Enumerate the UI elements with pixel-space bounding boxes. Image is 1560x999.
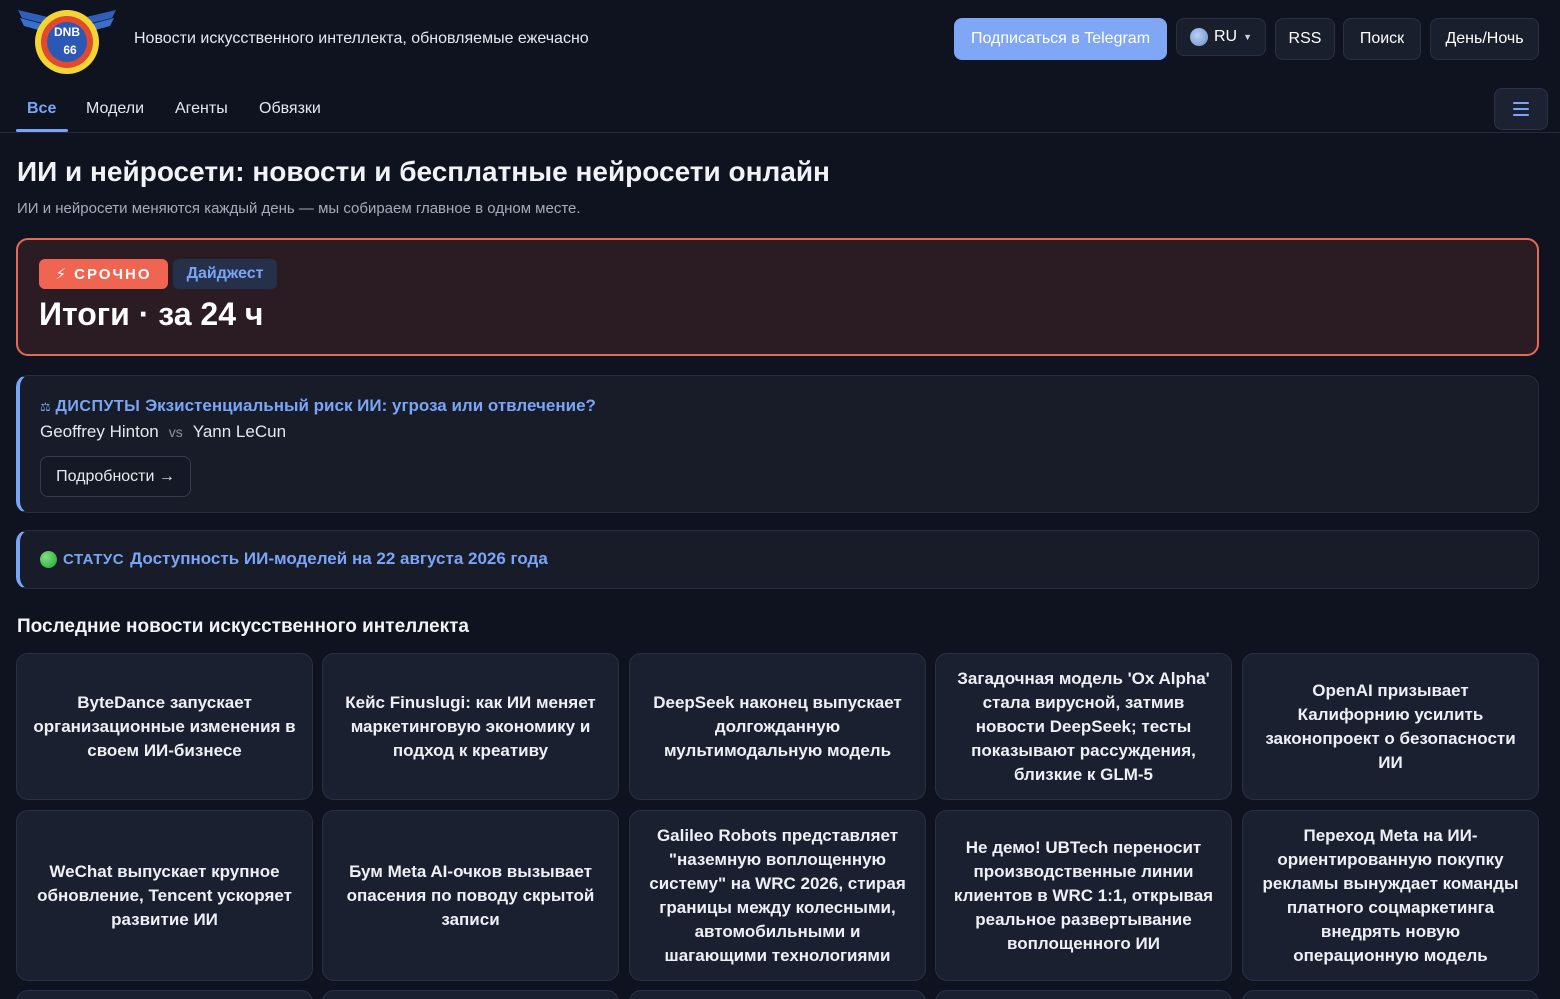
caret-down-icon: ▼: [1243, 32, 1253, 42]
hamburger-menu-button[interactable]: [1494, 88, 1548, 130]
site-logo[interactable]: DNB 66: [16, 4, 118, 76]
rss-button[interactable]: RSS: [1275, 18, 1335, 60]
urgent-badge: ⚡ СРОЧНО: [39, 259, 168, 289]
tab-agents[interactable]: Агенты: [175, 100, 228, 118]
language-selector[interactable]: RU ▼: [1176, 18, 1266, 56]
status-heading[interactable]: СТАТУС Доступность ИИ-моделей на 22 авгу…: [40, 549, 548, 569]
participant-a: Geoffrey Hinton: [40, 422, 159, 441]
theme-toggle-button[interactable]: День/Ночь: [1430, 18, 1539, 60]
status-tag: СТАТУС: [63, 550, 125, 568]
details-button[interactable]: Подробности →: [40, 456, 191, 497]
urgent-digest-card[interactable]: ⚡ СРОЧНО Дайджест Итоги · за 24 ч: [16, 238, 1539, 356]
news-card-partial[interactable]: [935, 990, 1232, 999]
logo-text-top: DNB: [54, 25, 80, 39]
news-card[interactable]: DeepSeek наконец выпускает долгожданную …: [629, 653, 926, 800]
news-card[interactable]: Бум Meta AI-очков вызывает опасения по п…: [322, 810, 619, 981]
globe-icon: [1189, 28, 1208, 46]
news-card-partial[interactable]: [629, 990, 926, 999]
news-card-partial[interactable]: [322, 990, 619, 999]
menu-icon-line: [1513, 102, 1529, 104]
category-nav: Все Модели Агенты Обвязки: [0, 86, 1560, 133]
logo-text-bottom: 66: [63, 43, 77, 57]
news-card-partial[interactable]: [16, 990, 313, 999]
latest-news-heading: Последние новости искусственного интелле…: [17, 616, 469, 637]
participant-b: Yann LeCun: [192, 422, 287, 441]
dispute-heading[interactable]: ⚖ ДИСПУТЫ Экзистенциальный риск ИИ: угро…: [40, 396, 596, 416]
news-card[interactable]: Кейс Finuslugi: как ИИ меняет маркетинго…: [322, 653, 619, 800]
news-card-partial[interactable]: [1242, 990, 1539, 999]
tab-models[interactable]: Модели: [86, 100, 144, 118]
news-card[interactable]: Не демо! UBTech переносит производственн…: [935, 810, 1232, 981]
vs-label: vs: [168, 424, 183, 440]
news-card[interactable]: ByteDance запускает организационные изме…: [16, 653, 313, 800]
news-card[interactable]: OpenAI призывает Калифорнию усилить зако…: [1242, 653, 1539, 800]
menu-icon-line: [1513, 108, 1529, 110]
menu-icon-line: [1513, 114, 1529, 116]
site-tagline: Новости искусственного интеллекта, обнов…: [134, 30, 589, 47]
digest-tag[interactable]: Дайджест: [173, 259, 277, 289]
subscribe-telegram-button[interactable]: Подписаться в Telegram: [954, 18, 1167, 60]
active-tab-indicator: [16, 129, 68, 132]
news-card[interactable]: Переход Meta на ИИ-ориентированную покуп…: [1242, 810, 1539, 981]
status-card[interactable]: СТАТУС Доступность ИИ-моделей на 22 авгу…: [16, 530, 1539, 589]
news-card[interactable]: Galileo Robots представляет "наземную во…: [629, 810, 926, 981]
dispute-title: Экзистенциальный риск ИИ: угроза или отв…: [145, 396, 596, 415]
status-title: Доступность ИИ-моделей на 22 августа 202…: [130, 549, 548, 568]
tab-harnesses[interactable]: Обвязки: [259, 100, 321, 118]
green-status-icon: [40, 550, 57, 568]
dispute-tag: ДИСПУТЫ: [55, 398, 141, 415]
page-title: ИИ и нейросети: новости и бесплатные ней…: [17, 156, 830, 187]
language-label: RU: [1213, 28, 1238, 45]
search-button[interactable]: Поиск: [1343, 18, 1421, 60]
urgent-title[interactable]: Итоги · за 24 ч: [39, 296, 263, 333]
dispute-participants: Geoffrey Hinton vs Yann LeCun: [40, 422, 286, 442]
tab-all[interactable]: Все: [27, 100, 56, 118]
dispute-card: ⚖ ДИСПУТЫ Экзистенциальный риск ИИ: угро…: [16, 375, 1539, 513]
news-card[interactable]: WeChat выпускает крупное обновление, Ten…: [16, 810, 313, 981]
top-bar: DNB 66 Новости искусственного интеллекта…: [0, 0, 1560, 80]
scales-icon: ⚖: [40, 400, 51, 414]
page-subtitle: ИИ и нейросети меняются каждый день — мы…: [17, 200, 581, 217]
news-card[interactable]: Загадочная модель 'Ox Alpha' стала вирус…: [935, 653, 1232, 800]
